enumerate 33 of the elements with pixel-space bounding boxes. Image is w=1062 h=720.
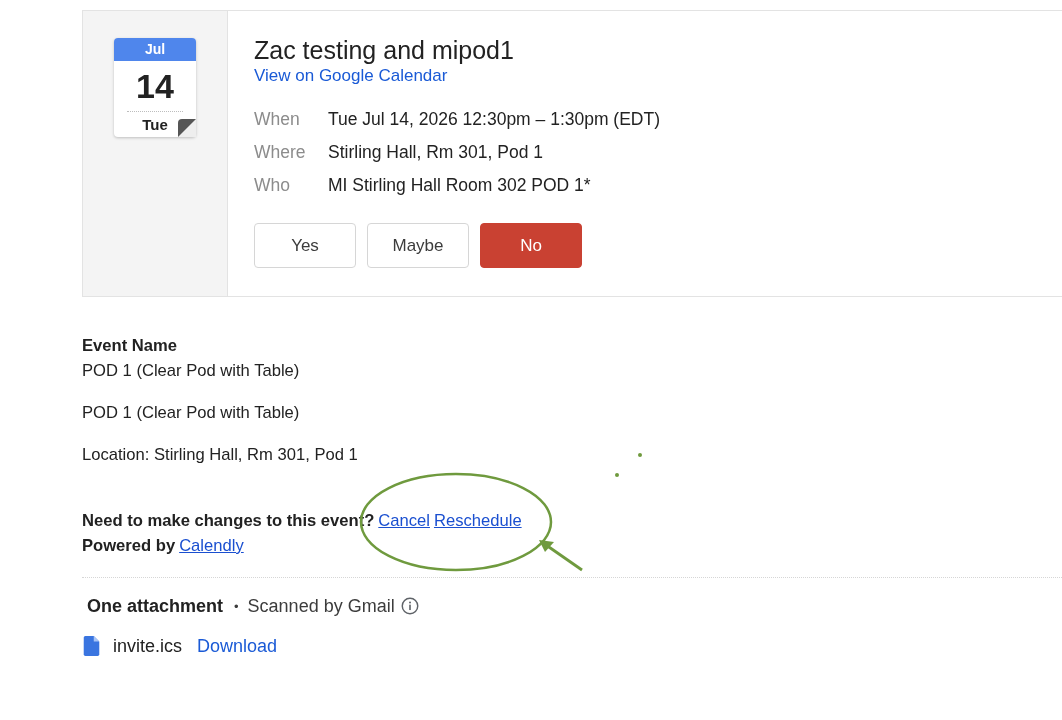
attachment-count: One attachment xyxy=(87,595,224,617)
rsvp-button[interactable]: Yes xyxy=(254,223,356,268)
page-curl-icon xyxy=(178,119,196,137)
month-header: Jul xyxy=(114,38,196,61)
rsvp-button[interactable]: No xyxy=(480,223,582,268)
detail-label: When xyxy=(254,109,301,130)
dot-icon xyxy=(615,473,619,477)
file-name: invite.ics xyxy=(113,635,183,657)
pointer-arrow xyxy=(538,538,584,572)
download-link[interactable]: Download xyxy=(197,635,278,657)
dot-icon xyxy=(638,453,642,457)
detail-label: Who xyxy=(254,175,291,196)
section-heading: Event Name xyxy=(82,335,177,357)
weekday-label: Tue xyxy=(142,115,168,135)
event-action-link[interactable]: Cancel xyxy=(378,511,430,530)
detail-value: Stirling Hall, Rm 301, Pod 1 xyxy=(328,142,543,163)
google-calendar-link[interactable]: View on Google Calendar xyxy=(254,65,448,87)
document-icon xyxy=(83,636,100,656)
event-title: Zac testing and mipod1 xyxy=(254,35,514,65)
body-text: POD 1 (Clear Pod with Table) xyxy=(82,360,300,382)
calendly-link[interactable]: Calendly xyxy=(179,536,244,555)
detail-value: MI Stirling Hall Room 302 POD 1* xyxy=(328,175,591,196)
info-icon[interactable] xyxy=(400,597,419,615)
separator-dot: • xyxy=(234,598,239,614)
day-number: 14 xyxy=(136,66,174,106)
body-text: Location: Stirling Hall, Rm 301, Pod 1 xyxy=(82,444,358,466)
rsvp-button[interactable]: Maybe xyxy=(367,223,469,268)
scan-note: Scanned by Gmail xyxy=(247,595,395,617)
detail-label: Where xyxy=(254,142,307,163)
detail-value: Tue Jul 14, 2026 12:30pm – 1:30pm (EDT) xyxy=(328,109,661,130)
event-action-link[interactable]: Reschedule xyxy=(433,511,522,530)
body-text: POD 1 (Clear Pod with Table) xyxy=(82,402,300,424)
powered-by-label: Powered by xyxy=(82,536,176,555)
